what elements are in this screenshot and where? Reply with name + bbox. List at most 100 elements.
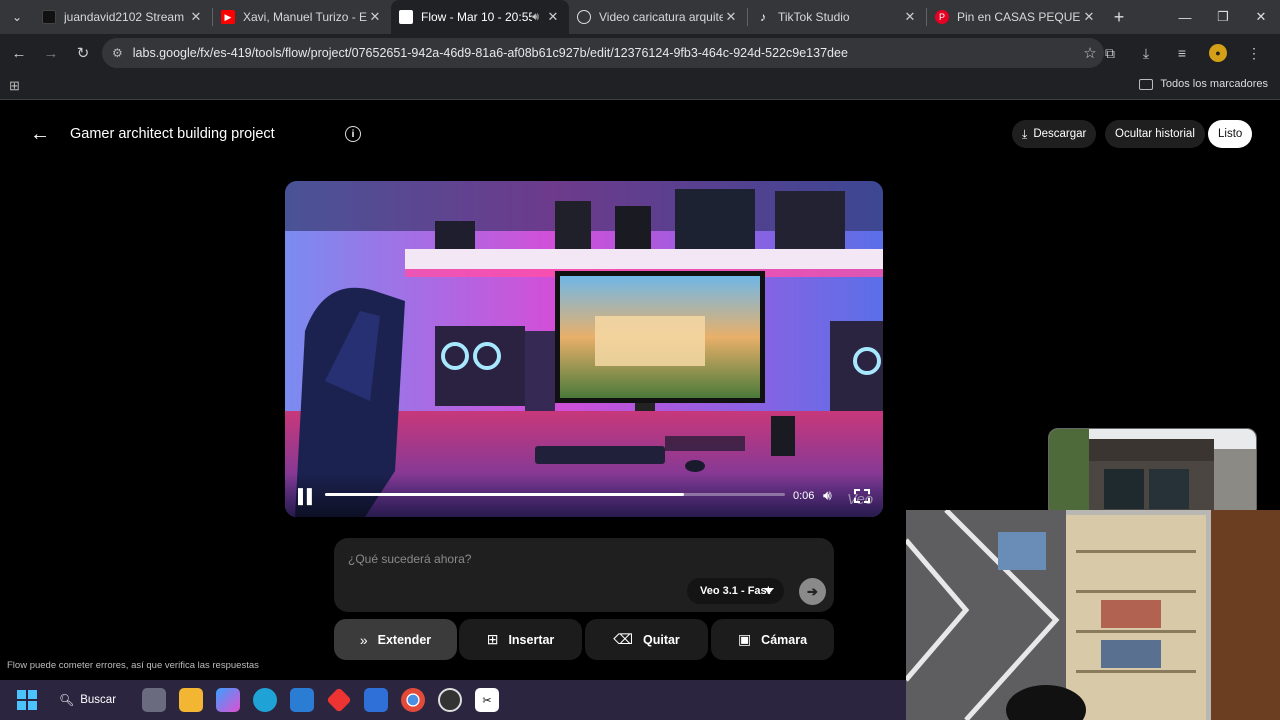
capcut-icon[interactable]: ✂ bbox=[475, 688, 500, 712]
prompt-input[interactable] bbox=[348, 550, 808, 568]
prompt-box: Veo 3.1 - Fast ➔ bbox=[334, 538, 834, 612]
done-label: Listo bbox=[1218, 128, 1243, 140]
youtube-favicon-icon: ▶ bbox=[221, 10, 235, 24]
model-selector-label: Veo 3.1 - Fast bbox=[700, 585, 771, 597]
video-progress-fill bbox=[325, 493, 684, 496]
video-progress-bar[interactable] bbox=[325, 493, 785, 496]
video-frame-gaming-setup bbox=[285, 181, 883, 517]
new-tab-icon[interactable]: + bbox=[1105, 7, 1133, 28]
download-icon[interactable]: ⤓ bbox=[1128, 45, 1164, 62]
tab-search-chevron-icon[interactable]: ⌄ bbox=[0, 0, 34, 34]
site-info-icon[interactable]: ⚙ bbox=[112, 46, 123, 60]
disclaimer-text: Flow puede cometer errores, así que veri… bbox=[7, 660, 259, 671]
chrome-icon[interactable] bbox=[401, 688, 426, 712]
more-menu-icon[interactable]: ⋮ bbox=[1236, 45, 1272, 62]
back-arrow-icon[interactable]: ← bbox=[4, 38, 34, 68]
bookmarks-bar: ⊞ Todos los marcadores bbox=[0, 72, 1280, 100]
hide-history-button[interactable]: Ocultar historial bbox=[1105, 120, 1205, 148]
remove-button[interactable]: ⌫ Quitar bbox=[585, 619, 708, 660]
fullscreen-icon[interactable] bbox=[854, 489, 870, 503]
folder-icon bbox=[1139, 78, 1154, 90]
house-thumbnail-image bbox=[1049, 429, 1256, 517]
hide-history-label: Ocultar historial bbox=[1115, 128, 1195, 140]
browser-tab[interactable]: juandavid2102 Stream - W ✕ bbox=[34, 0, 212, 34]
browser-tab[interactable]: P Pin en CASAS PEQUEÑAS ✕ bbox=[927, 0, 1105, 34]
chatgpt-favicon-icon bbox=[577, 10, 591, 24]
close-window-icon[interactable]: ✕ bbox=[1242, 0, 1280, 34]
obs-recording-icon[interactable] bbox=[438, 688, 463, 712]
browser-tab-active[interactable]: Flow - Mar 10 - 20:55 🔊︎ ✕ bbox=[391, 0, 569, 34]
tab-title: Pin en CASAS PEQUEÑAS bbox=[957, 10, 1081, 24]
reload-icon[interactable]: ↻ bbox=[68, 38, 98, 68]
extend-button[interactable]: » Extender bbox=[334, 619, 457, 660]
send-arrow-icon[interactable]: ➔ bbox=[799, 578, 826, 605]
model-selector[interactable]: Veo 3.1 - Fast bbox=[687, 578, 784, 604]
video-controls: ▌▌ 0:06 🔊︎ Veo bbox=[285, 473, 883, 517]
tab-title: juandavid2102 Stream - W bbox=[64, 10, 188, 24]
video-player[interactable]: ▌▌ 0:06 🔊︎ Veo bbox=[285, 181, 883, 517]
task-view-icon[interactable] bbox=[142, 688, 167, 712]
tab-title: Flow - Mar 10 - 20:55 bbox=[421, 10, 533, 24]
file-explorer-icon[interactable] bbox=[179, 688, 204, 712]
caret-down-icon bbox=[764, 588, 774, 594]
volume-icon[interactable]: 🔊︎ bbox=[823, 487, 832, 504]
close-tab-icon[interactable]: ✕ bbox=[902, 9, 918, 25]
eraser-icon: ⌫ bbox=[613, 631, 633, 647]
browser-tab[interactable]: Video caricatura arquitecto ✕ bbox=[569, 0, 747, 34]
copilot-icon[interactable] bbox=[216, 688, 241, 712]
close-tab-icon[interactable]: ✕ bbox=[367, 9, 383, 25]
webcam-room-image bbox=[906, 510, 1280, 720]
apps-grid-icon[interactable]: ⊞ bbox=[9, 78, 20, 94]
tab-title: TikTok Studio bbox=[778, 10, 850, 24]
address-bar[interactable]: ⚙ labs.google/fx/es-419/tools/flow/proje… bbox=[102, 38, 1104, 68]
tab-title: Video caricatura arquitecto bbox=[599, 10, 723, 24]
forward-arrow-icon[interactable]: → bbox=[36, 38, 66, 68]
audio-playing-icon[interactable]: 🔊︎ bbox=[532, 11, 539, 24]
all-bookmarks-label: Todos los marcadores bbox=[1160, 78, 1268, 90]
done-button[interactable]: Listo bbox=[1208, 120, 1253, 148]
extend-icon: » bbox=[359, 631, 368, 648]
minimize-icon[interactable]: — bbox=[1166, 0, 1204, 34]
restore-icon[interactable]: ❐ bbox=[1204, 0, 1242, 34]
extend-label: Extender bbox=[377, 632, 432, 647]
browser-tab[interactable]: ♪ TikTok Studio ✕ bbox=[748, 0, 926, 34]
browser-tab-strip: ⌄ juandavid2102 Stream - W ✕ ▶ Xavi, Man… bbox=[0, 0, 1280, 34]
history-thumbnail[interactable] bbox=[1048, 428, 1257, 518]
close-tab-icon[interactable]: ✕ bbox=[723, 9, 739, 25]
close-tab-icon[interactable]: ✕ bbox=[545, 9, 561, 25]
remove-label: Quitar bbox=[642, 632, 680, 647]
download-button[interactable]: ⤓ Descargar bbox=[1012, 120, 1097, 148]
download-label: Descargar bbox=[1033, 128, 1087, 140]
insert-button[interactable]: ⊞ Insertar bbox=[459, 619, 582, 660]
taskbar-search-label: Buscar bbox=[80, 694, 117, 706]
edge-icon[interactable] bbox=[253, 688, 278, 712]
stream-favicon-icon bbox=[42, 10, 56, 24]
red-diamond-app-icon[interactable] bbox=[326, 687, 352, 713]
windows-start-icon[interactable] bbox=[17, 690, 37, 710]
close-tab-icon[interactable]: ✕ bbox=[1081, 9, 1097, 25]
profile-avatar[interactable]: ● bbox=[1209, 44, 1227, 62]
microsoft-store-icon[interactable] bbox=[290, 688, 315, 712]
insert-icon: ⊞ bbox=[486, 631, 499, 647]
info-icon[interactable]: i bbox=[345, 126, 361, 142]
toolbar-actions: ⧉ ⤓ ≡ ● ⋮ bbox=[1092, 38, 1272, 68]
camera-button[interactable]: ▣ Cámara bbox=[711, 619, 834, 660]
extensions-icon[interactable]: ⧉ bbox=[1092, 45, 1128, 62]
back-arrow-icon[interactable]: ← bbox=[30, 123, 50, 146]
download-icon: ⤓ bbox=[1022, 126, 1028, 141]
url-text[interactable]: labs.google/fx/es-419/tools/flow/project… bbox=[133, 46, 1076, 60]
window-controls: — ❐ ✕ bbox=[1166, 0, 1280, 34]
browser-tab[interactable]: ▶ Xavi, Manuel Turizo - En Pé ✕ bbox=[213, 0, 391, 34]
taskbar-search[interactable]: 🔍︎ Buscar bbox=[59, 693, 116, 707]
pause-icon[interactable]: ▌▌ bbox=[298, 488, 317, 504]
close-tab-icon[interactable]: ✕ bbox=[188, 9, 204, 25]
project-title: Gamer architect building project bbox=[70, 126, 275, 142]
tab-title: Xavi, Manuel Turizo - En Pé bbox=[243, 10, 367, 24]
video-time: 0:06 bbox=[793, 490, 815, 502]
all-bookmarks-button[interactable]: Todos los marcadores bbox=[1139, 78, 1268, 90]
search-icon: 🔍︎ bbox=[59, 693, 75, 707]
media-control-icon[interactable]: ≡ bbox=[1164, 45, 1200, 61]
mail-icon[interactable] bbox=[364, 688, 389, 712]
pinterest-favicon-icon: P bbox=[935, 10, 949, 24]
tiktok-favicon-icon: ♪ bbox=[760, 10, 766, 24]
